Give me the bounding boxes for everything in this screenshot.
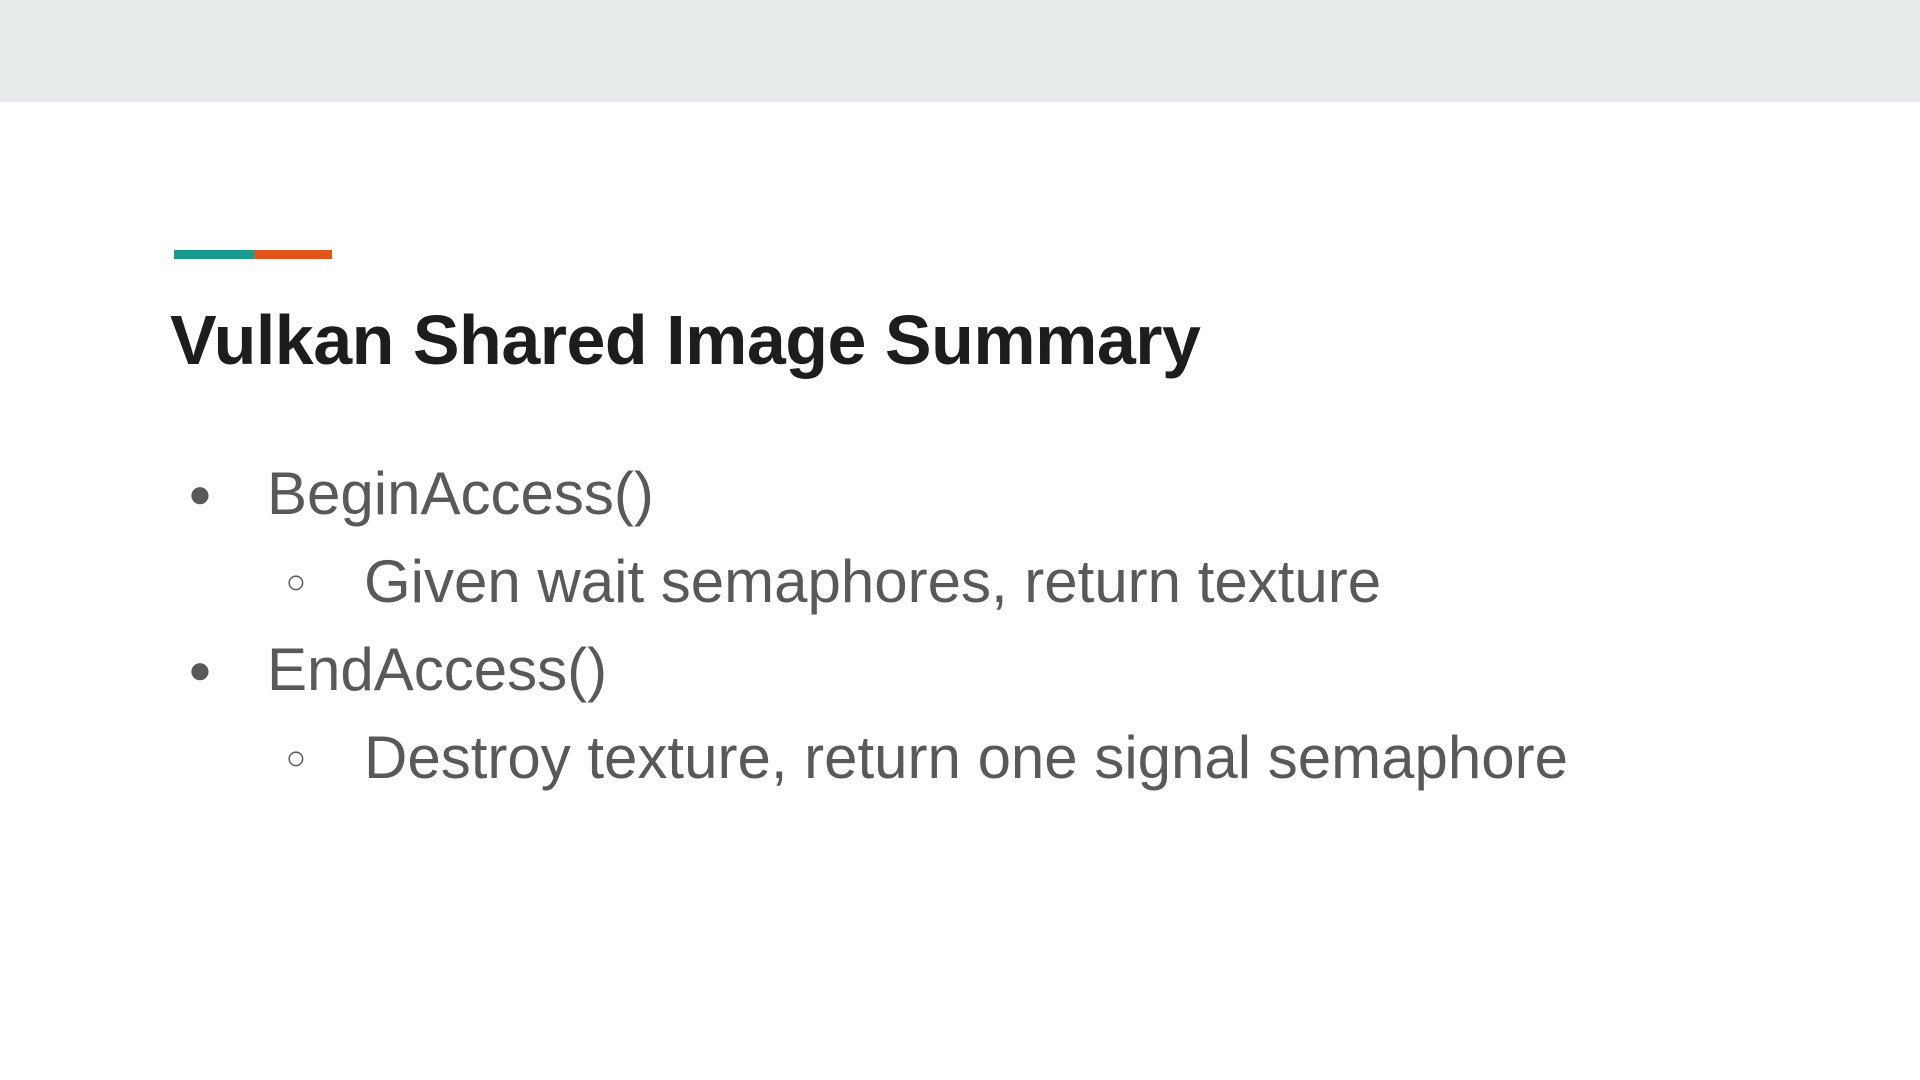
- accent-bar-orange-segment: [253, 250, 332, 259]
- bullet-text: BeginAccess(): [267, 460, 654, 527]
- sub-bullet-text: Given wait semaphores, return texture: [364, 548, 1382, 615]
- title-accent-bar: [174, 250, 332, 259]
- sub-bullet-item: ○ Given wait semaphores, return texture: [0, 538, 1920, 626]
- hollow-bullet-icon: ○: [285, 739, 307, 777]
- bullet-text: EndAccess(): [267, 636, 608, 703]
- sub-bullet-text: Destroy texture, return one signal semap…: [364, 724, 1568, 791]
- slide-header-band: [0, 0, 1920, 102]
- filled-bullet-icon: ●: [187, 472, 213, 516]
- bullet-item: ● EndAccess(): [0, 626, 1920, 714]
- hollow-bullet-icon: ○: [285, 563, 307, 601]
- slide-title: Vulkan Shared Image Summary: [170, 301, 1201, 379]
- sub-bullet-item: ○ Destroy texture, return one signal sem…: [0, 714, 1920, 802]
- filled-bullet-icon: ●: [187, 648, 213, 692]
- bullet-list: ● BeginAccess() ○ Given wait semaphores,…: [0, 450, 1920, 802]
- bullet-item: ● BeginAccess(): [0, 450, 1920, 538]
- accent-bar-teal-segment: [174, 250, 253, 259]
